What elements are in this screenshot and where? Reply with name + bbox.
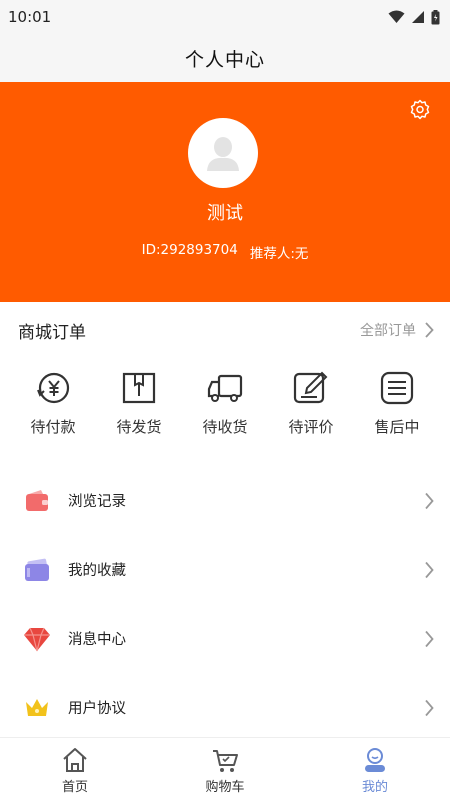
order-pending-payment[interactable]: 待付款: [13, 358, 93, 446]
chevron-right-icon: [425, 630, 434, 647]
all-orders-label: 全部订单: [360, 323, 416, 339]
orders-title: 商城订单: [18, 322, 86, 343]
order-label: 待评价: [288, 418, 334, 436]
default-avatar-icon: [207, 137, 239, 171]
tab-home[interactable]: 首页: [0, 738, 150, 800]
settings-icon[interactable]: [408, 98, 432, 122]
title-bar: 个人中心: [0, 34, 450, 82]
order-label: 待付款: [30, 418, 76, 436]
tab-mine[interactable]: 我的: [300, 738, 450, 800]
wifi-icon: [388, 10, 405, 23]
referrer: 推荐人:无: [249, 246, 309, 262]
order-status-row: 待付款 待发货 待收货 待评价 售后中: [0, 358, 450, 446]
crown-icon: [22, 693, 52, 723]
order-to-ship[interactable]: 待发货: [99, 358, 179, 446]
chevron-right-icon: [425, 492, 434, 509]
menu-item-messages[interactable]: 消息中心: [0, 604, 450, 673]
signal-icon: [412, 11, 424, 23]
card-icon: [22, 555, 52, 585]
order-to-receive[interactable]: 待收货: [185, 358, 265, 446]
order-after-sales[interactable]: 售后中: [357, 358, 437, 446]
tab-label: 购物车: [205, 780, 245, 795]
chevron-right-icon: [425, 699, 434, 716]
status-icons: [388, 9, 440, 25]
menu-label: 我的收藏: [68, 563, 126, 579]
bottom-tab-bar: 首页 购物车 我的: [0, 737, 450, 800]
avatar[interactable]: [188, 118, 258, 188]
user-id: ID:292893704: [141, 242, 238, 258]
profile-icon: [365, 748, 385, 772]
cart-icon: [213, 750, 238, 772]
menu-item-favorites[interactable]: 我的收藏: [0, 535, 450, 604]
all-orders-link[interactable]: 全部订单: [360, 320, 434, 340]
wallet-icon: [22, 486, 52, 516]
menu-list: 浏览记录 我的收藏 消息中心 用户协议: [0, 466, 450, 742]
menu-label: 消息中心: [68, 632, 126, 648]
tab-cart[interactable]: 购物车: [150, 738, 300, 800]
user-name: 测试: [207, 203, 243, 224]
payment-icon: [37, 372, 70, 404]
battery-icon: [431, 9, 440, 24]
order-label: 售后中: [374, 418, 420, 436]
orders-header: 商城订单 全部订单: [0, 302, 450, 358]
tab-label: 首页: [61, 780, 88, 795]
user-meta: ID:292893704 推荐人:无: [0, 242, 450, 262]
home-icon: [63, 748, 87, 772]
menu-label: 用户协议: [68, 701, 126, 717]
edit-icon: [293, 371, 328, 404]
document-icon: [380, 371, 414, 405]
box-icon: [122, 372, 156, 404]
order-to-review[interactable]: 待评价: [271, 358, 351, 446]
profile-header: 测试 ID:292893704 推荐人:无: [0, 82, 450, 302]
tab-label: 我的: [361, 780, 388, 795]
menu-item-user-agreement[interactable]: 用户协议: [0, 673, 450, 742]
status-bar: 10:01: [0, 0, 450, 34]
status-time: 10:01: [8, 8, 52, 26]
truck-icon: [207, 374, 243, 402]
chevron-right-icon: [425, 322, 434, 338]
menu-label: 浏览记录: [68, 494, 126, 510]
order-label: 待发货: [116, 418, 162, 436]
chevron-right-icon: [425, 561, 434, 578]
order-label: 待收货: [202, 418, 248, 436]
diamond-icon: [22, 624, 52, 654]
page-title: 个人中心: [184, 48, 265, 71]
menu-item-browsing-history[interactable]: 浏览记录: [0, 466, 450, 535]
